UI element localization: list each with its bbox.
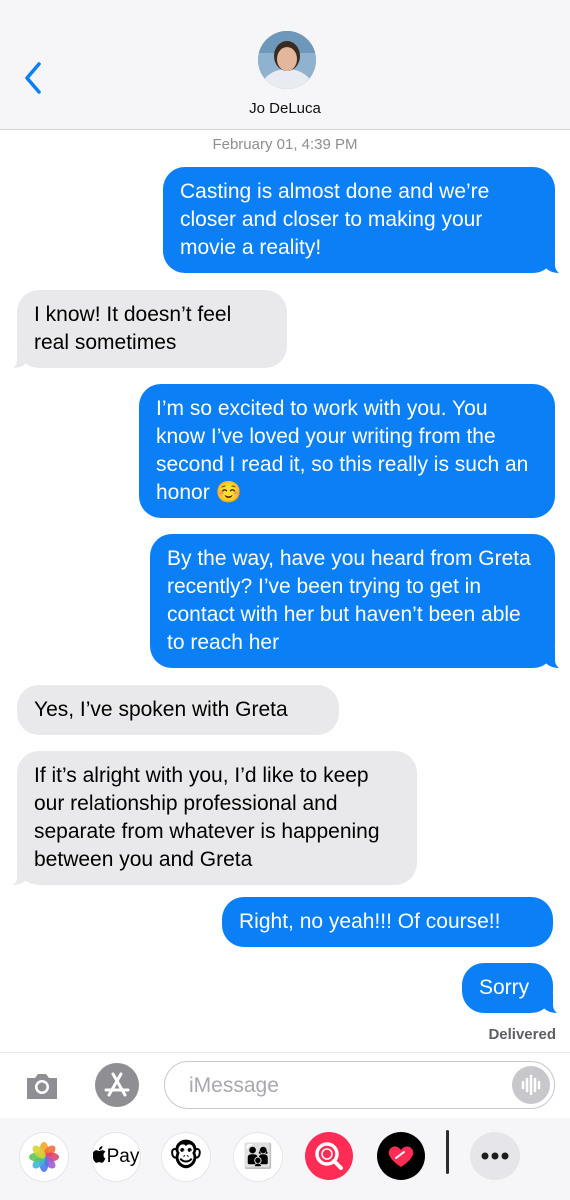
app-drawer: Pay 🐵 👨‍👩‍👦 xyxy=(0,1118,570,1200)
audio-waveform-icon[interactable] xyxy=(512,1066,550,1104)
more-apps-icon[interactable] xyxy=(470,1132,520,1180)
conversation-timestamp: February 01, 4:39 PM xyxy=(212,136,358,153)
sent-message-bubble[interactable]: Casting is almost done and we’re closer … xyxy=(163,167,570,275)
sent-message-bubble[interactable]: Sorry xyxy=(462,963,570,1015)
camera-icon[interactable] xyxy=(24,1067,60,1103)
memoji-glyph: 👨‍👩‍👦 xyxy=(243,1143,273,1170)
animoji-glyph: 🐵 xyxy=(168,1140,204,1173)
sent-message-bubble[interactable]: Right, no yeah!!! Of course!! xyxy=(222,897,553,947)
apple-pay-app-icon[interactable]: Pay xyxy=(91,1132,141,1182)
received-message-bubble[interactable]: Yes, I’ve spoken with Greta xyxy=(17,685,339,735)
message-input[interactable] xyxy=(187,1071,491,1101)
drawer-divider xyxy=(446,1130,449,1174)
images-search-app-icon[interactable] xyxy=(305,1132,353,1180)
animoji-app-icon[interactable]: 🐵 xyxy=(161,1132,211,1182)
app-store-icon[interactable] xyxy=(95,1063,139,1107)
memoji-app-icon[interactable]: 👨‍👩‍👦 xyxy=(233,1132,283,1182)
apple-pay-label: Pay xyxy=(106,1146,140,1167)
message-composer xyxy=(0,1052,570,1123)
delivery-status: Delivered xyxy=(488,1026,556,1043)
sent-message-bubble[interactable]: I’m so excited to work with you. You kno… xyxy=(139,384,555,518)
digital-touch-app-icon[interactable] xyxy=(377,1132,425,1180)
conversation-header: Jo DeLuca xyxy=(0,0,570,130)
chevron-left-icon[interactable] xyxy=(20,60,50,96)
message-input-field[interactable] xyxy=(164,1061,555,1109)
received-message-bubble[interactable]: If it’s alright with you, I’d like to ke… xyxy=(0,751,417,887)
contact-avatar[interactable] xyxy=(258,31,316,89)
sent-message-bubble[interactable]: By the way, have you heard from Greta re… xyxy=(150,534,570,670)
contact-name[interactable]: Jo DeLuca xyxy=(0,100,570,117)
photos-app-icon[interactable] xyxy=(19,1132,69,1182)
received-message-bubble[interactable]: I know! It doesn’t feel real sometimes xyxy=(0,290,287,370)
